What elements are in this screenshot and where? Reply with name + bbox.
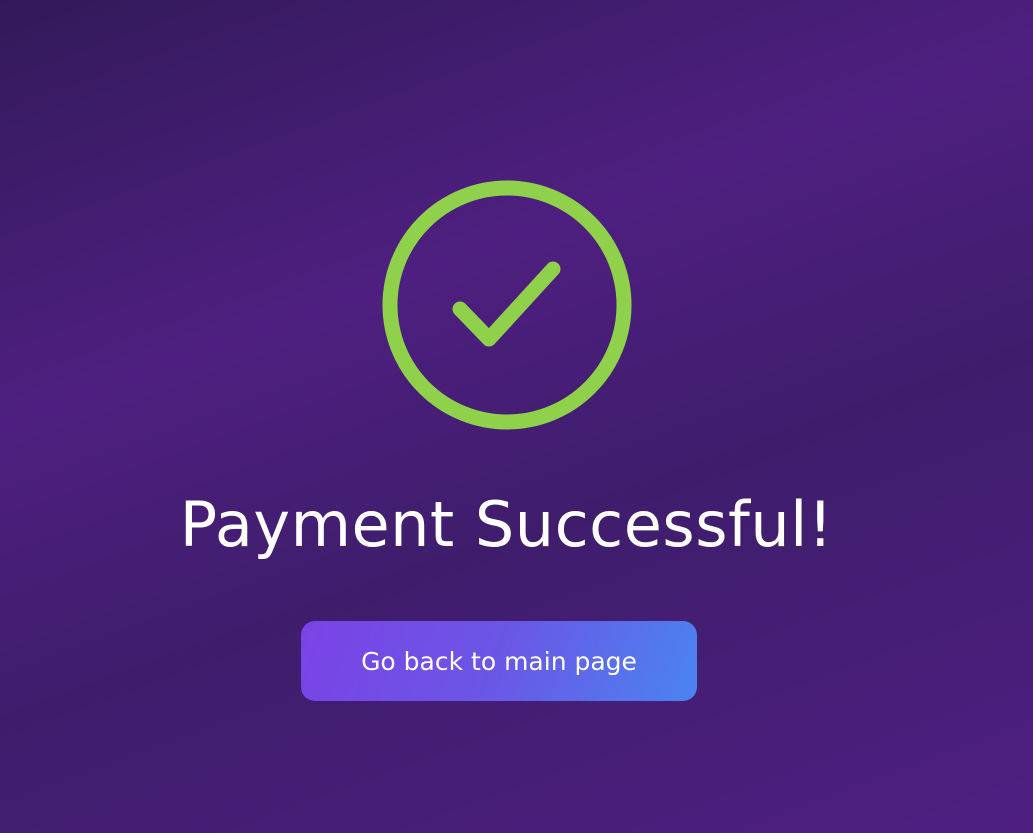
check-circle-icon xyxy=(381,179,633,431)
back-to-main-button[interactable]: Go back to main page xyxy=(301,621,697,701)
payment-success-page: Payment Successful! Go back to main page xyxy=(0,0,1033,833)
page-title: Payment Successful! xyxy=(179,488,834,561)
